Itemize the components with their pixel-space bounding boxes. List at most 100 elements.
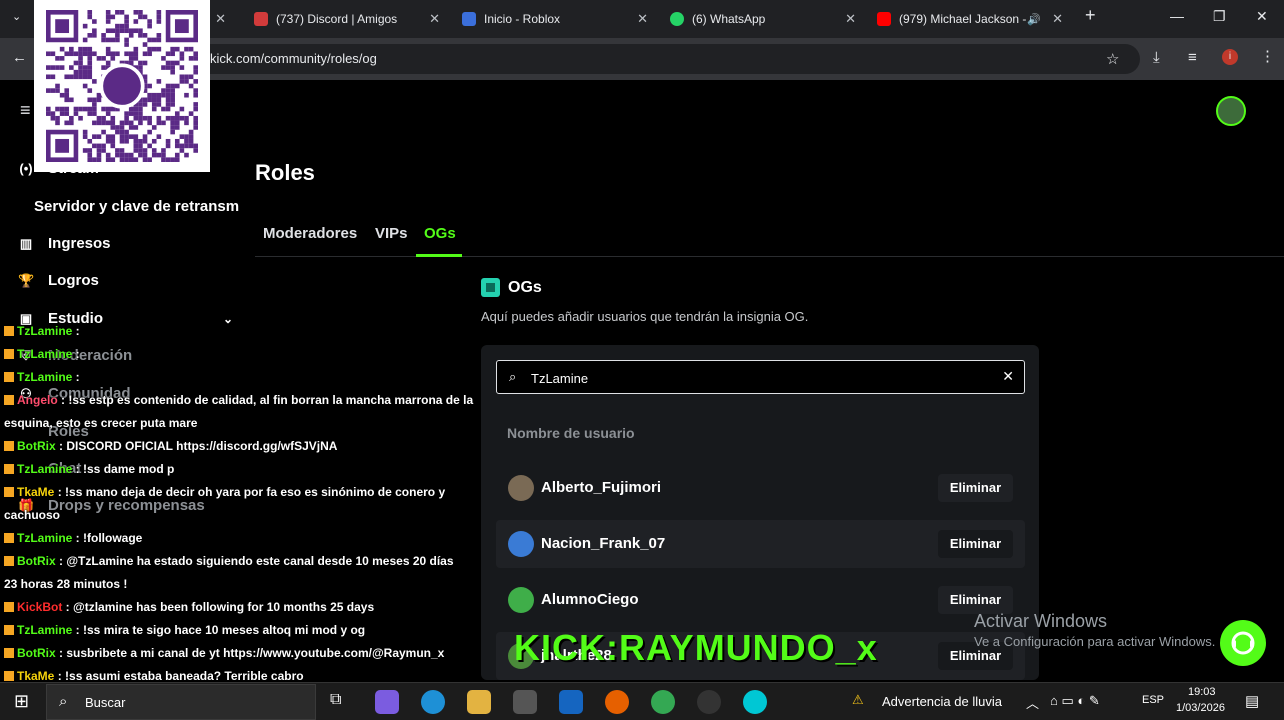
firefox-icon[interactable]	[605, 690, 629, 714]
chat-text: esquina, esto es crecer puta mare	[4, 416, 198, 430]
store-icon[interactable]	[513, 690, 537, 714]
tab-vips[interactable]: VIPs	[375, 225, 408, 242]
chat-message: BotRix : @TzLamine ha estado siguiendo e…	[0, 550, 478, 573]
chat-text: cachuoso	[4, 508, 61, 522]
menu-kebab-icon[interactable]: ⋮	[1260, 47, 1275, 65]
chat-text: susbribete a mi canal de yt https://www.…	[66, 646, 445, 660]
outlook-icon[interactable]	[559, 690, 583, 714]
tab-search-icon[interactable]: ⌄	[12, 10, 21, 23]
edge-icon[interactable]	[421, 690, 445, 714]
hamburger-menu-icon[interactable]: ≡	[20, 100, 31, 121]
notifications-icon[interactable]: ▤	[1245, 692, 1259, 710]
og-section-header: OGs	[481, 278, 542, 297]
tab-discord[interactable]: (737) Discord | Amigos ✕	[254, 6, 440, 32]
chat-username: BotRix	[17, 646, 56, 660]
new-tab-icon[interactable]: +	[1085, 5, 1096, 26]
media-control-icon[interactable]: ≡	[1188, 49, 1197, 66]
chat-message: cachuoso	[0, 504, 478, 527]
sidebar-item-ingresos[interactable]: ▥ Ingresos	[18, 235, 111, 252]
username: AlumnoCiego	[541, 591, 639, 608]
search-icon: ⌕	[509, 369, 517, 384]
download-icon[interactable]: ⤓	[1153, 49, 1160, 66]
chat-message: TzLamine :	[0, 366, 478, 389]
chat-message: TzLamine : !ss dame mod p	[0, 458, 478, 481]
obs-icon[interactable]	[697, 690, 721, 714]
close-window-icon[interactable]: ✕	[1256, 8, 1268, 25]
speaker-icon[interactable]: 🔊	[1027, 13, 1041, 26]
chat-badge-icon	[4, 372, 14, 382]
windows-taskbar: ⊞ ⌕ Buscar ⧉ ⚠ Advertencia de lluvia ︿ ⌂…	[0, 682, 1284, 720]
tab-moderadores[interactable]: Moderadores	[263, 225, 357, 242]
clock-time[interactable]: 19:03	[1188, 686, 1216, 698]
chat-message: TzLamine : !followage	[0, 527, 478, 550]
chat-text: !followage	[83, 531, 143, 545]
chat-username: TkaMe	[17, 485, 55, 499]
sidebar-item-logros[interactable]: 🏆 Logros	[18, 272, 99, 289]
tray-chevron-icon[interactable]: ︿	[1026, 693, 1039, 712]
file-explorer-icon[interactable]	[467, 690, 491, 714]
close-tab-icon[interactable]: ✕	[845, 11, 856, 27]
stream-chat-overlay: TzLamine : TzLamine : TzLamine : Angelo …	[0, 320, 478, 688]
search-input[interactable]	[531, 367, 991, 389]
close-tab-icon[interactable]: ✕	[215, 11, 226, 27]
chrome-icon[interactable]	[651, 690, 675, 714]
stream-icon: (•)	[19, 161, 33, 176]
minimize-icon[interactable]: —	[1170, 8, 1184, 24]
close-tab-icon[interactable]: ✕	[429, 11, 440, 27]
chat-badge-icon	[4, 648, 14, 658]
close-tab-icon[interactable]: ✕	[1052, 11, 1063, 27]
chat-badge-icon	[4, 464, 14, 474]
support-icon	[1231, 631, 1255, 655]
remove-button[interactable]: Eliminar	[938, 474, 1013, 502]
table-row: AlumnoCiego Eliminar	[496, 576, 1025, 624]
url-field[interactable]: kick.com/community/roles/og ☆	[160, 44, 1140, 74]
clock-date[interactable]: 1/03/2026	[1176, 702, 1225, 714]
windows-start-icon[interactable]: ⊞	[14, 691, 29, 712]
bookmark-star-icon[interactable]: ☆	[1106, 50, 1119, 68]
chat-badge-icon	[4, 671, 14, 681]
remove-button[interactable]: Eliminar	[938, 530, 1013, 558]
back-icon[interactable]: ←	[12, 49, 27, 66]
language-indicator[interactable]: ESP	[1142, 694, 1164, 706]
chat-badge-icon	[4, 326, 14, 336]
chat-badge-icon	[4, 602, 14, 612]
chat-badge-icon	[4, 441, 14, 451]
chat-message: esquina, esto es crecer puta mare	[0, 412, 478, 435]
roblox-favicon-icon	[462, 12, 476, 26]
search-icon: ⌕	[59, 693, 68, 710]
weather-label[interactable]: Advertencia de lluvia	[882, 694, 1002, 709]
discord-favicon-icon	[254, 12, 268, 26]
chat-text: DISCORD OFICIAL https://discord.gg/wfSJV…	[66, 439, 338, 453]
chat-text: !ss asumi estaba baneada? Terrible cabro	[65, 669, 304, 683]
chat-badge-icon	[4, 556, 14, 566]
profile-alert-icon[interactable]: i	[1222, 49, 1238, 65]
table-row: Alberto_Fujimori Eliminar	[496, 464, 1025, 512]
tray-icons[interactable]: ⌂ ▭ ◐ ✎	[1050, 693, 1100, 709]
avatar[interactable]	[1216, 96, 1246, 126]
chat-badge-icon	[4, 395, 14, 405]
sidebar-item-server-key[interactable]: Servidor y clave de retransm	[34, 198, 239, 215]
tab-roblox[interactable]: Inicio - Roblox ✕	[462, 6, 648, 32]
support-chat-button[interactable]	[1220, 620, 1266, 666]
username: Nacion_Frank_07	[541, 535, 666, 552]
remove-button[interactable]: Eliminar	[938, 586, 1013, 614]
tab-ogs[interactable]: OGs	[424, 225, 456, 242]
app-icon[interactable]	[743, 690, 767, 714]
clear-search-icon[interactable]: ✕	[1002, 368, 1014, 385]
chat-username: TzLamine	[17, 347, 73, 361]
chat-username: TzLamine	[17, 462, 73, 476]
close-tab-icon[interactable]: ✕	[637, 11, 648, 27]
qr-code-image	[34, 0, 210, 172]
tab-whatsapp[interactable]: (6) WhatsApp ✕	[670, 6, 856, 32]
copilot-icon[interactable]	[375, 690, 399, 714]
chat-username: TzLamine	[17, 623, 73, 637]
tab-youtube[interactable]: (979) Michael Jackson - 🔊 ✕	[877, 6, 1063, 32]
chat-username: TkaMe	[17, 669, 55, 683]
og-badge-icon	[481, 278, 500, 297]
avatar	[508, 531, 534, 557]
restore-icon[interactable]: ❐	[1213, 8, 1226, 25]
taskbar-search[interactable]: ⌕ Buscar	[46, 684, 316, 720]
chat-username: TzLamine	[17, 324, 73, 338]
task-view-icon[interactable]: ⧉	[330, 691, 341, 709]
chat-username: Angelo	[17, 393, 58, 407]
